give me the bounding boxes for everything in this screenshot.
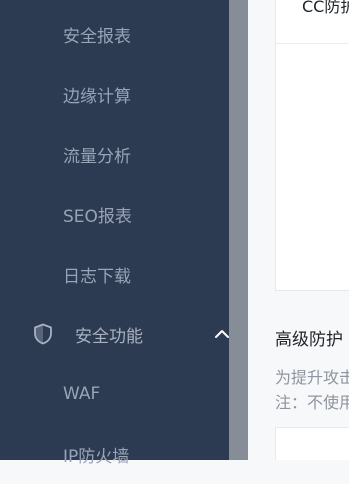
- sidebar-item-edge-computing[interactable]: 边缘计算: [0, 64, 229, 124]
- section-title: 高级防护: [275, 330, 343, 350]
- advanced-protection-card: [275, 427, 349, 460]
- sidebar-item-label: 安全报表: [63, 26, 131, 47]
- sidebar-item-traffic-analysis[interactable]: 流量分析: [0, 124, 229, 184]
- sidebar: 安全报表 边缘计算 流量分析 SEO报表 日志下载 安全功能 WAF IP防火墙: [0, 0, 229, 467]
- cc-protection-card: CC防护: [275, 0, 349, 291]
- card-title: CC防护: [302, 0, 349, 16]
- section-note: 注：不使用: [275, 393, 349, 412]
- sidebar-scrollbar[interactable]: [229, 0, 248, 460]
- sidebar-item-label: IP防火墙: [63, 446, 130, 467]
- chevron-up-icon: [214, 328, 230, 340]
- sidebar-item-label: 流量分析: [63, 146, 131, 167]
- sidebar-item-label: WAF: [63, 384, 101, 404]
- sidebar-item-seo-report[interactable]: SEO报表: [0, 184, 229, 244]
- card-divider: [276, 43, 349, 44]
- shield-icon: [33, 323, 53, 345]
- sidebar-item-label: 边缘计算: [63, 86, 131, 107]
- sidebar-item-label: 日志下载: [63, 266, 131, 287]
- sidebar-group-security-features[interactable]: 安全功能: [0, 304, 229, 364]
- sidebar-item-log-download[interactable]: 日志下载: [0, 244, 229, 304]
- section-description: 为提升攻击: [275, 368, 349, 387]
- sidebar-item-ip-firewall[interactable]: IP防火墙: [0, 424, 229, 484]
- main-content: CC防护 高级防护 为提升攻击 注：不使用: [248, 0, 349, 460]
- sidebar-item-security-report[interactable]: 安全报表: [0, 4, 229, 64]
- sidebar-group-label: 安全功能: [75, 326, 143, 347]
- sidebar-item-waf[interactable]: WAF: [0, 364, 229, 424]
- sidebar-item-label: SEO报表: [63, 206, 132, 227]
